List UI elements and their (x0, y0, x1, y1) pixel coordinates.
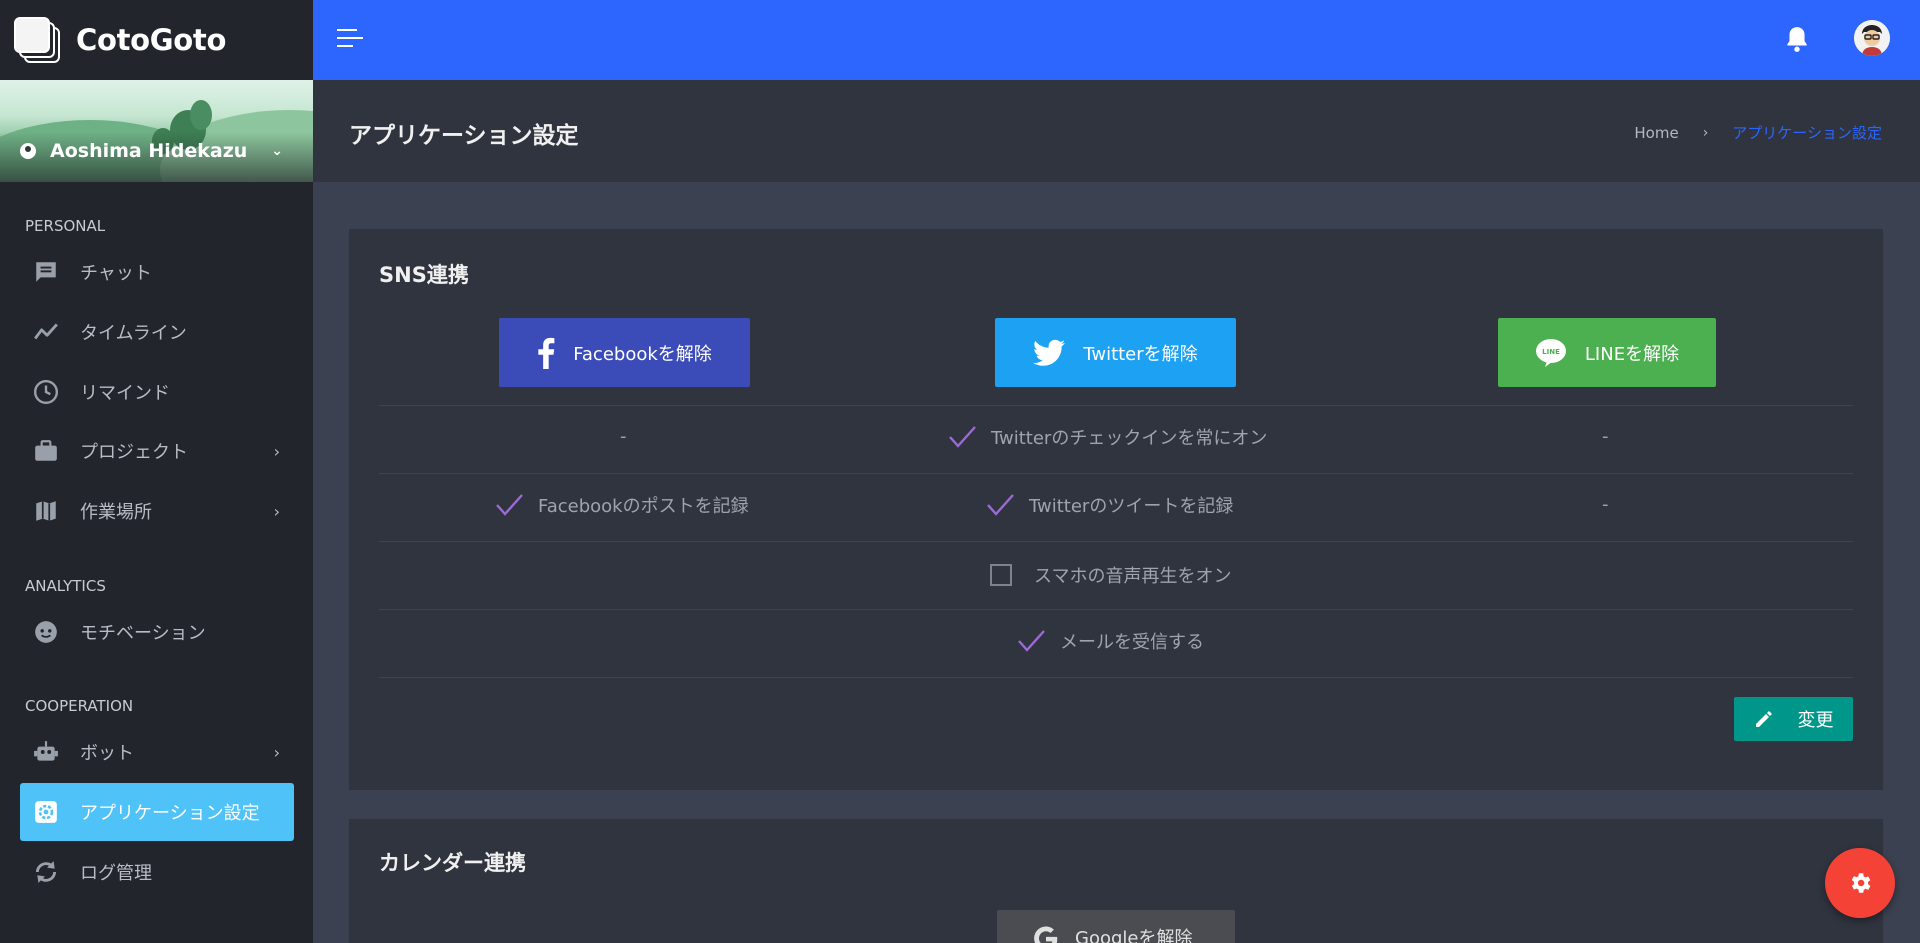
sidebar-item-project[interactable]: プロジェクト › (20, 422, 294, 480)
sidebar-item-label: プロジェクト (80, 442, 188, 463)
avatar[interactable] (1854, 20, 1890, 56)
sidebar-item-label: 作業場所 (80, 502, 152, 523)
receive-mail-label: メールを受信する (1060, 632, 1204, 653)
check-icon (496, 494, 523, 516)
google-disconnect-button[interactable]: Googleを解除 (997, 910, 1235, 943)
sidebar-item-motivation[interactable]: モチベーション (20, 603, 294, 661)
page-header: アプリケーション設定 Home › アプリケーション設定 (313, 80, 1920, 182)
settings-fab[interactable] (1825, 848, 1895, 918)
profile-dropdown[interactable]: Aoshima Hidekazu ⌄ (20, 140, 283, 162)
facebook-checkin-value: - (620, 426, 627, 447)
twitter-tweet-label: Twitterのツイートを記録 (1029, 496, 1234, 517)
sidebar-item-chat[interactable]: チャット (20, 243, 294, 301)
facebook-post-option[interactable]: Facebookのポストを記録 (494, 492, 749, 518)
calendar-card-title: カレンダー連携 (379, 851, 526, 875)
logo-icon (14, 17, 60, 63)
chat-icon (32, 258, 60, 286)
section-cooperation: COOPERATION (25, 697, 134, 715)
clock-icon (32, 378, 60, 406)
google-button-label: Googleを解除 (1075, 928, 1193, 943)
checkbox[interactable] (990, 564, 1012, 586)
section-personal: PERSONAL (25, 217, 106, 235)
breadcrumb: Home › アプリケーション設定 (1634, 122, 1882, 143)
sidebar-item-label: ボット (80, 743, 134, 764)
check-icon (949, 426, 976, 448)
chevron-right-icon: › (273, 441, 280, 461)
change-button[interactable]: 変更 (1734, 697, 1853, 741)
profile-banner: Aoshima Hidekazu ⌄ (0, 80, 313, 182)
sidebar-item-remind[interactable]: リマインド (20, 363, 294, 421)
twitter-checkin-option[interactable]: Twitterのチェックインを常にオン (947, 424, 1267, 450)
chevron-right-icon: › (1702, 124, 1709, 141)
check-icon (1018, 630, 1045, 652)
line-button-label: LINEを解除 (1584, 343, 1680, 365)
settings-icon (32, 798, 60, 826)
map-icon (32, 497, 60, 525)
line-icon: LINE (1535, 338, 1567, 368)
twitter-tweet-option[interactable]: Twitterのツイートを記録 (985, 492, 1233, 518)
line-checkin-value: - (1602, 426, 1609, 447)
google-icon (1031, 924, 1061, 943)
sync-icon (32, 858, 60, 886)
divider (379, 541, 1853, 542)
breadcrumb-current: アプリケーション設定 (1732, 124, 1882, 142)
pencil-icon (1754, 709, 1774, 729)
sidebar-item-label: モチベーション (80, 623, 206, 644)
breadcrumb-home[interactable]: Home (1634, 124, 1678, 142)
user-circle-icon (20, 143, 36, 159)
brand[interactable]: CotoGoto (0, 0, 313, 80)
page-title: アプリケーション設定 (349, 123, 579, 149)
app-name: CotoGoto (76, 23, 227, 57)
gear-icon (1847, 870, 1873, 896)
line-tweet-value: - (1602, 494, 1609, 515)
facebook-post-label: Facebookのポストを記録 (538, 496, 749, 517)
divider (379, 677, 1853, 678)
twitter-icon (1033, 339, 1066, 367)
chevron-right-icon: › (273, 742, 280, 762)
sidebar-item-label: タイムライン (80, 323, 187, 344)
twitter-button-label: Twitterを解除 (1083, 343, 1198, 365)
twitter-checkin-label: Twitterのチェックインを常にオン (991, 428, 1268, 449)
voice-playback-option[interactable]: スマホの音声再生をオン (990, 562, 1231, 588)
chevron-right-icon: › (273, 501, 280, 521)
facebook-icon (537, 337, 555, 369)
sidebar-item-bot[interactable]: ボット › (20, 723, 294, 781)
sidebar-item-app-settings[interactable]: アプリケーション設定 (20, 783, 294, 841)
change-button-label: 変更 (1797, 710, 1834, 731)
receive-mail-option[interactable]: メールを受信する (1016, 628, 1204, 654)
divider (379, 405, 1853, 406)
sidebar-item-timeline[interactable]: タイムライン (20, 303, 294, 361)
notification-bell-icon[interactable] (1784, 25, 1810, 53)
top-bar (313, 0, 1920, 80)
line-disconnect-button[interactable]: LINE LINEを解除 (1498, 318, 1716, 387)
face-icon (32, 618, 60, 646)
check-icon (987, 494, 1014, 516)
robot-icon (32, 738, 60, 766)
user-name: Aoshima Hidekazu (50, 140, 248, 162)
section-analytics: ANALYTICS (25, 577, 106, 595)
sidebar-item-label: ログ管理 (80, 863, 152, 884)
divider (379, 473, 1853, 474)
facebook-disconnect-button[interactable]: Facebookを解除 (499, 318, 750, 387)
timeline-icon (32, 318, 60, 346)
twitter-disconnect-button[interactable]: Twitterを解除 (995, 318, 1236, 387)
divider (379, 609, 1853, 610)
facebook-button-label: Facebookを解除 (573, 343, 712, 365)
sidebar: CotoGoto Aoshima Hidekazu ⌄ PERSONAL チャッ… (0, 0, 313, 943)
chevron-down-icon: ⌄ (271, 143, 283, 159)
sidebar-item-label: アプリケーション設定 (80, 803, 260, 824)
sns-card-title: SNS連携 (379, 263, 469, 287)
sidebar-item-log[interactable]: ログ管理 (20, 843, 294, 901)
briefcase-icon (32, 437, 60, 465)
sidebar-item-label: リマインド (80, 383, 170, 404)
voice-playback-label: スマホの音声再生をオン (1034, 566, 1232, 587)
svg-text:LINE: LINE (1542, 348, 1560, 356)
sidebar-item-label: チャット (80, 263, 152, 284)
sidebar-item-workplace[interactable]: 作業場所 › (20, 482, 294, 540)
menu-toggle-icon[interactable] (337, 29, 363, 49)
